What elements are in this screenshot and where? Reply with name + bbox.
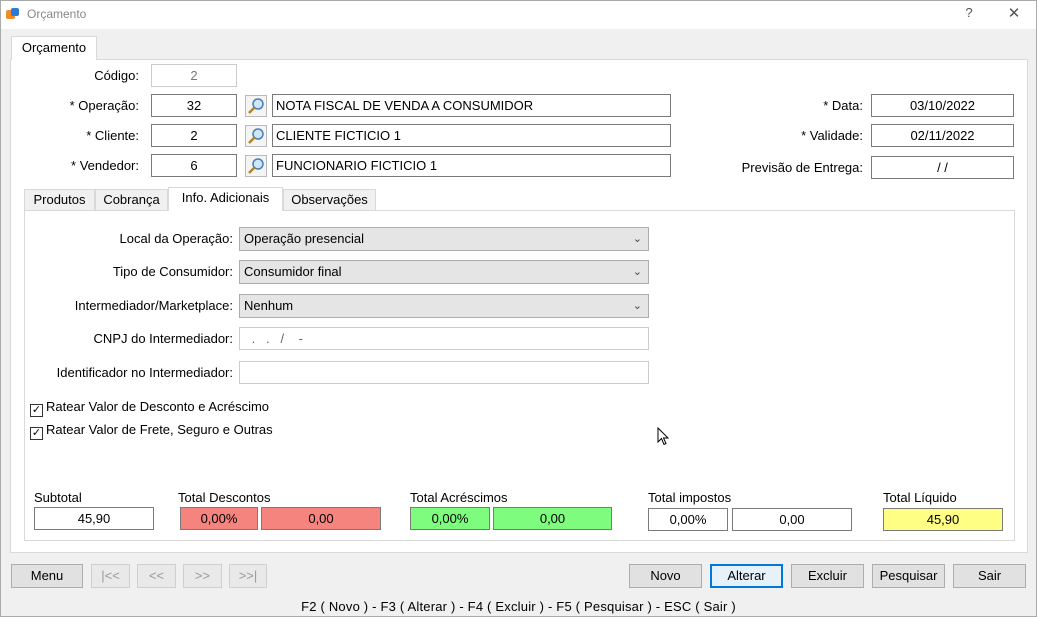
codigo-label: Código: — [94, 68, 139, 83]
vendedor-desc-field[interactable]: FUNCIONARIO FICTICIO 1 — [272, 154, 671, 177]
intermediador-value: Nenhum — [244, 298, 294, 313]
local-label: Local da Operação: — [119, 231, 233, 246]
sair-button[interactable]: Sair — [953, 564, 1026, 588]
data-field[interactable]: 03/10/2022 — [871, 94, 1014, 117]
app-icon — [6, 8, 19, 19]
tab-produtos[interactable]: Produtos — [24, 189, 95, 211]
cliente-code-field[interactable]: 2 — [151, 124, 237, 147]
last-record-button[interactable]: >>| — [229, 564, 267, 588]
ratear-frete-label: Ratear Valor de Frete, Seguro e Outras — [46, 422, 273, 437]
local-select[interactable]: Operação presencial ⌄ — [239, 227, 649, 251]
search-icon — [248, 98, 264, 114]
local-value: Operação presencial — [244, 231, 364, 246]
tab-cobranca[interactable]: Cobrança — [95, 189, 168, 211]
acrescimos-label: Total Acréscimos — [410, 490, 508, 505]
next-record-button[interactable]: >> — [183, 564, 222, 588]
ratear-desconto-label: Ratear Valor de Desconto e Acréscimo — [46, 399, 270, 414]
operacao-code-field[interactable]: 32 — [151, 94, 237, 117]
tab-info-adicionais[interactable]: Info. Adicionais — [168, 187, 283, 211]
excluir-button[interactable]: Excluir — [791, 564, 864, 588]
liquido-label: Total Líquido — [883, 490, 957, 505]
ratear-desconto-checkbox[interactable]: ✓ Ratear Valor de Desconto e Acréscimo — [30, 399, 269, 417]
subtotal-label: Subtotal — [34, 490, 82, 505]
descontos-label: Total Descontos — [178, 490, 271, 505]
vendedor-search-button[interactable] — [245, 155, 267, 177]
validade-label: * Validade: — [801, 128, 863, 143]
search-icon — [248, 158, 264, 174]
shortcut-bar: F2 ( Novo ) - F3 ( Alterar ) - F4 ( Excl… — [301, 599, 736, 614]
cliente-label: * Cliente: — [86, 128, 139, 143]
search-icon — [248, 128, 264, 144]
previous-record-button[interactable]: << — [137, 564, 176, 588]
identificador-label: Identificador no Intermediador: — [56, 365, 233, 380]
checkmark-icon: ✓ — [30, 404, 43, 417]
vendedor-label: * Vendedor: — [71, 158, 139, 173]
tipo-select[interactable]: Consumidor final ⌄ — [239, 260, 649, 284]
validade-field[interactable]: 02/11/2022 — [871, 124, 1014, 147]
identificador-field[interactable] — [239, 361, 649, 384]
cnpj-field[interactable]: . . / - — [239, 327, 649, 350]
impostos-value: 0,00 — [732, 508, 852, 531]
first-record-button[interactable]: |<< — [91, 564, 130, 588]
impostos-label: Total impostos — [648, 490, 732, 505]
help-button[interactable]: ? — [959, 5, 979, 25]
window-title: Orçamento — [27, 7, 87, 21]
alterar-button[interactable]: Alterar — [710, 564, 783, 588]
descontos-value: 0,00 — [261, 507, 381, 530]
ratear-frete-checkbox[interactable]: ✓ Ratear Valor de Frete, Seguro e Outras — [30, 422, 273, 440]
operacao-label: * Operação: — [69, 98, 139, 113]
impostos-pct: 0,00% — [648, 508, 728, 531]
previsao-label: Previsão de Entrega: — [741, 160, 863, 175]
cliente-search-button[interactable] — [245, 125, 267, 147]
title-bar: Orçamento ? ✕ — [1, 1, 1036, 29]
previsao-field[interactable]: / / — [871, 156, 1014, 179]
operacao-desc-field[interactable]: NOTA FISCAL DE VENDA A CONSUMIDOR — [272, 94, 671, 117]
chevron-down-icon: ⌄ — [632, 300, 642, 312]
codigo-field[interactable]: 2 — [151, 64, 237, 87]
tipo-label: Tipo de Consumidor: — [112, 264, 233, 279]
chevron-down-icon: ⌄ — [632, 233, 642, 245]
chevron-down-icon: ⌄ — [632, 266, 642, 278]
intermediador-label: Intermediador/Marketplace: — [74, 298, 233, 313]
checkmark-icon: ✓ — [30, 427, 43, 440]
vendedor-code-field[interactable]: 6 — [151, 154, 237, 177]
tab-orcamento[interactable]: Orçamento — [11, 36, 97, 60]
novo-button[interactable]: Novo — [629, 564, 702, 588]
pesquisar-button[interactable]: Pesquisar — [872, 564, 945, 588]
descontos-pct: 0,00% — [180, 507, 258, 530]
subtotal-value: 45,90 — [34, 507, 154, 530]
close-button[interactable]: ✕ — [1003, 4, 1025, 24]
operacao-search-button[interactable] — [245, 95, 267, 117]
data-label: * Data: — [823, 98, 863, 113]
cnpj-label: CNPJ do Intermediador: — [93, 331, 233, 346]
menu-button[interactable]: Menu — [11, 564, 83, 588]
cliente-desc-field[interactable]: CLIENTE FICTICIO 1 — [272, 124, 671, 147]
liquido-value: 45,90 — [883, 508, 1003, 531]
acrescimos-value: 0,00 — [493, 507, 612, 530]
tipo-value: Consumidor final — [244, 264, 342, 279]
tab-observacoes[interactable]: Observações — [283, 189, 376, 211]
orcamento-window: Orçamento ? ✕ Orçamento Código: 2 * Oper… — [0, 0, 1037, 617]
intermediador-select[interactable]: Nenhum ⌄ — [239, 294, 649, 318]
mouse-cursor-icon — [657, 427, 670, 446]
acrescimos-pct: 0,00% — [410, 507, 490, 530]
